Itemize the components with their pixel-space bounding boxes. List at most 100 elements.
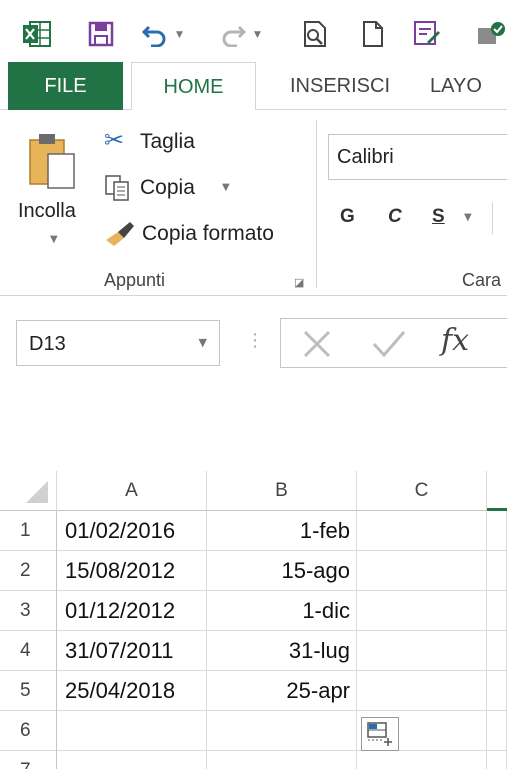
cell-b[interactable] — [207, 711, 357, 751]
bold-button[interactable]: G — [340, 206, 355, 228]
formula-bar: D13 ▼ ⋮ fx — [0, 296, 507, 471]
column-header-a[interactable]: A — [57, 471, 207, 511]
redo-dropdown-icon[interactable]: ▼ — [254, 30, 261, 40]
underline-dropdown-icon[interactable]: ▼ — [464, 212, 472, 223]
undo-dropdown-icon[interactable]: ▼ — [176, 30, 183, 40]
redo-icon[interactable] — [218, 20, 248, 48]
cancel-icon[interactable] — [301, 328, 333, 364]
undo-icon[interactable] — [140, 20, 170, 48]
table-row: 4 31/07/2011 31-lug — [0, 631, 507, 671]
tab-insert[interactable]: INSERISCI — [270, 62, 410, 110]
ribbon-tabs: FILE HOME INSERISCI LAYO — [0, 62, 507, 112]
row-header[interactable]: 7 — [0, 751, 57, 769]
row-header[interactable]: 2 — [0, 551, 57, 591]
cell-a[interactable]: 01/02/2016 — [57, 511, 207, 551]
name-box-dropdown-icon[interactable]: ▼ — [199, 336, 207, 349]
tab-home[interactable]: HOME — [131, 62, 256, 112]
cell-b[interactable]: 25-apr — [207, 671, 357, 711]
cell-c[interactable] — [357, 671, 487, 711]
cell-a[interactable] — [57, 711, 207, 751]
enter-check-icon[interactable] — [371, 328, 407, 364]
table-row: 6 — [0, 711, 507, 751]
cut-button[interactable]: ✂ Taglia — [104, 126, 214, 160]
clipboard-dialog-launcher-icon[interactable]: ◪ — [294, 276, 304, 289]
quick-access-toolbar: ▼ ▼ — [0, 0, 507, 62]
share-icon[interactable] — [474, 20, 507, 48]
clipboard-group-label: Appunti — [104, 270, 166, 290]
column-header-c[interactable]: C — [357, 471, 487, 511]
tab-file[interactable]: FILE — [8, 62, 123, 111]
table-row: 7 — [0, 751, 507, 769]
table-row: 5 25/04/2018 25-apr — [0, 671, 507, 711]
font-name-combobox[interactable]: Calibri — [328, 134, 507, 180]
cell-a[interactable]: 15/08/2012 — [57, 551, 207, 591]
group-separator — [316, 120, 317, 288]
paste-dropdown-icon[interactable]: ▼ — [50, 234, 58, 245]
cell-a[interactable]: 25/04/2018 — [57, 671, 207, 711]
cut-label: Taglia — [140, 130, 195, 153]
tab-layout[interactable]: LAYO — [430, 62, 507, 110]
cell-d[interactable] — [487, 671, 507, 711]
row-header[interactable]: 6 — [0, 711, 57, 751]
spreadsheet-grid[interactable]: A B C 1 01/02/2016 1-feb 2 15/08/2012 15… — [0, 471, 507, 769]
select-all-corner[interactable] — [0, 471, 57, 511]
clipboard-icon — [28, 130, 76, 196]
cell-c[interactable] — [357, 751, 487, 769]
column-header-b[interactable]: B — [207, 471, 357, 511]
cell-b[interactable]: 1-dic — [207, 591, 357, 631]
name-box-value: D13 — [29, 333, 66, 355]
cell-a[interactable]: 31/07/2011 — [57, 631, 207, 671]
table-row: 2 15/08/2012 15-ago — [0, 551, 507, 591]
cell-b[interactable]: 31-lug — [207, 631, 357, 671]
name-box[interactable]: D13 ▼ — [16, 320, 220, 366]
cell-c[interactable] — [357, 591, 487, 631]
font-separator — [492, 202, 493, 234]
format-painter-label: Copia formato — [142, 222, 274, 245]
scissors-icon: ✂ — [104, 126, 125, 154]
copy-dropdown-icon[interactable]: ▼ — [222, 182, 230, 193]
column-header-d[interactable] — [487, 471, 507, 511]
underline-button[interactable]: S — [432, 206, 445, 228]
cell-a[interactable] — [57, 751, 207, 769]
paste-label: Incolla — [18, 200, 76, 222]
font-name-value: Calibri — [337, 146, 394, 168]
cell-d[interactable] — [487, 751, 507, 769]
table-row: 1 01/02/2016 1-feb — [0, 511, 507, 551]
ribbon-home: Incolla ▼ ✂ Taglia Copia ▼ Copia formato… — [0, 110, 507, 296]
row-header[interactable]: 1 — [0, 511, 57, 551]
form-icon[interactable] — [412, 20, 442, 48]
insert-function-button[interactable]: fx — [441, 323, 469, 358]
copy-label: Copia — [140, 176, 195, 199]
cell-c[interactable] — [357, 631, 487, 671]
format-painter-button[interactable]: Copia formato — [104, 218, 304, 252]
cell-b[interactable]: 15-ago — [207, 551, 357, 591]
copy-icon — [104, 174, 134, 206]
italic-button[interactable]: C — [388, 206, 402, 228]
cell-d[interactable] — [487, 511, 507, 551]
cell-c[interactable] — [357, 551, 487, 591]
excel-logo-icon — [22, 20, 52, 48]
quick-analysis-icon[interactable] — [361, 717, 399, 751]
cell-b[interactable] — [207, 751, 357, 769]
print-preview-icon[interactable] — [300, 20, 330, 48]
row-header[interactable]: 3 — [0, 591, 57, 631]
cell-b[interactable]: 1-feb — [207, 511, 357, 551]
column-headers: A B C — [0, 471, 507, 511]
copy-button[interactable]: Copia ▼ — [104, 172, 244, 206]
save-icon[interactable] — [86, 20, 116, 48]
cell-d[interactable] — [487, 591, 507, 631]
font-group-label: Cara — [462, 270, 502, 290]
cell-d[interactable] — [487, 711, 507, 751]
new-document-icon[interactable] — [358, 20, 388, 48]
row-header[interactable]: 4 — [0, 631, 57, 671]
cell-d[interactable] — [487, 551, 507, 591]
paintbrush-icon — [104, 220, 136, 252]
table-row: 3 01/12/2012 1-dic — [0, 591, 507, 631]
row-header[interactable]: 5 — [0, 671, 57, 711]
cell-d[interactable] — [487, 631, 507, 671]
formula-bar-grip-icon[interactable]: ⋮ — [246, 330, 264, 351]
formula-buttons: fx — [280, 318, 507, 368]
cell-c[interactable] — [357, 511, 487, 551]
paste-button[interactable]: Incolla ▼ — [14, 122, 92, 252]
cell-a[interactable]: 01/12/2012 — [57, 591, 207, 631]
